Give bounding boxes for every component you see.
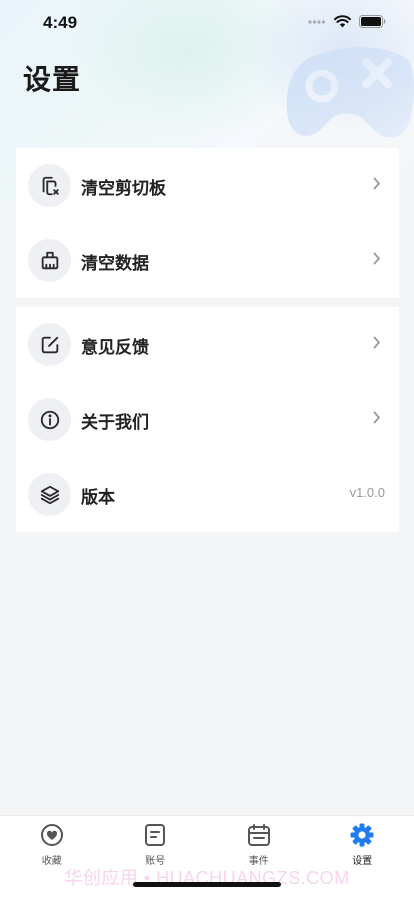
version-value: v1.0.0 xyxy=(350,485,385,500)
about-us-label: 关于我们 xyxy=(81,408,149,433)
chevron-right-icon xyxy=(373,336,381,349)
feedback-label: 意见反馈 xyxy=(81,333,149,358)
status-bar: 4:49 xyxy=(0,0,414,46)
settings-group-1: 清空剪切板 清空数据 xyxy=(16,148,399,298)
settings-group-2: 意见反馈 关于我们 版本 v1.0.0 xyxy=(16,307,399,532)
layers-icon xyxy=(28,473,71,516)
status-icons xyxy=(308,15,386,28)
chevron-right-icon xyxy=(373,177,381,190)
gear-icon xyxy=(349,822,375,848)
signal-icon xyxy=(308,19,326,25)
edit-icon xyxy=(28,323,71,366)
info-icon xyxy=(28,398,71,441)
battery-icon xyxy=(359,15,386,28)
calendar-icon xyxy=(247,822,271,848)
clear-data-row[interactable]: 清空数据 xyxy=(16,223,399,298)
gamepad-icon xyxy=(284,38,414,148)
clear-clipboard-row[interactable]: 清空剪切板 xyxy=(16,148,399,223)
page-title: 设置 xyxy=(23,58,81,98)
document-icon xyxy=(144,822,166,848)
version-row: 版本 v1.0.0 xyxy=(16,457,399,532)
version-label: 版本 xyxy=(81,483,115,508)
clipboard-clear-icon xyxy=(28,164,71,207)
clear-clipboard-label: 清空剪切板 xyxy=(81,174,166,199)
clear-data-label: 清空数据 xyxy=(81,249,149,274)
chevron-right-icon xyxy=(373,252,381,265)
about-us-row[interactable]: 关于我们 xyxy=(16,382,399,457)
wifi-icon xyxy=(334,15,351,28)
chevron-right-icon xyxy=(373,411,381,424)
feedback-row[interactable]: 意见反馈 xyxy=(16,307,399,382)
home-indicator xyxy=(133,882,281,887)
heart-icon xyxy=(40,822,64,848)
broom-icon xyxy=(28,239,71,282)
status-time: 4:49 xyxy=(43,13,77,33)
